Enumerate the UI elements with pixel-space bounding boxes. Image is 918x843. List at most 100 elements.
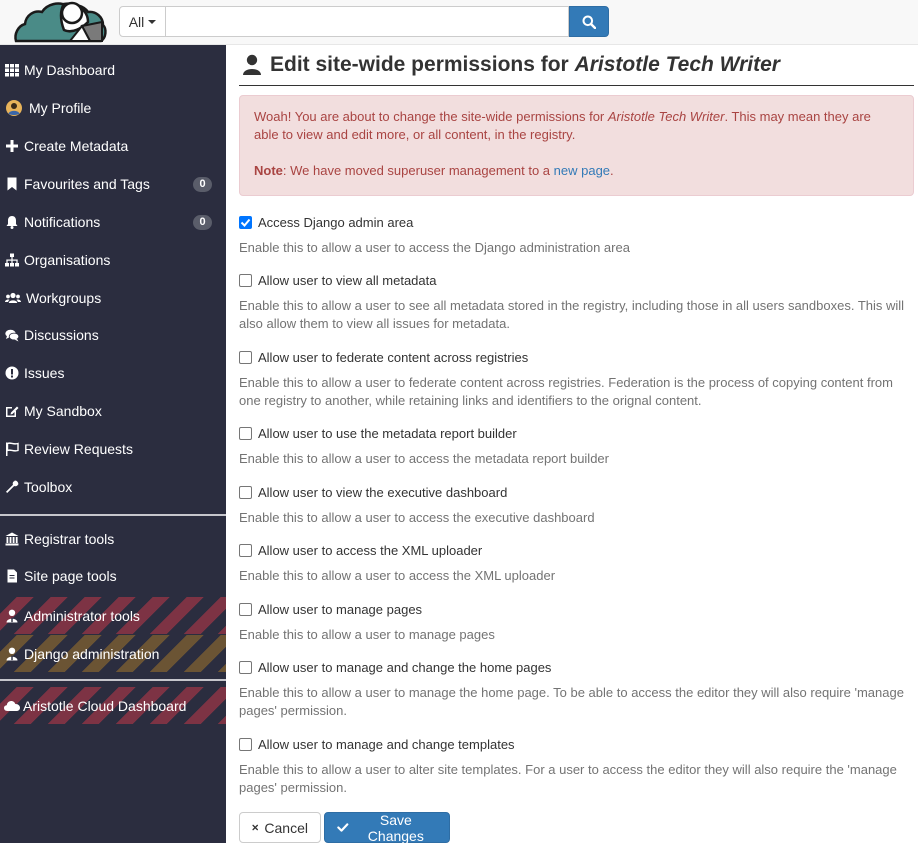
bell-icon [5, 215, 19, 229]
sidebar-item-label: Registrar tools [24, 531, 115, 547]
permission-checkbox[interactable] [239, 602, 252, 616]
sidebar-item-favourites-and-tags[interactable]: Favourites and Tags 0 [0, 166, 226, 202]
top-navbar: All [0, 0, 918, 45]
flag-icon [5, 442, 19, 456]
permission-label: Allow user to use the metadata report bu… [258, 425, 517, 441]
cancel-button[interactable]: Cancel [239, 812, 321, 843]
sidebar-item-label: Create Metadata [24, 138, 129, 154]
permission-help-text: Enable this to allow a user to federate … [239, 375, 893, 408]
search-scope-label: All [128, 13, 145, 30]
sidebar-item-my-dashboard[interactable]: My Dashboard [0, 52, 226, 88]
sidebar-item-django-administration[interactable]: Django administration [0, 635, 226, 672]
alert-note-label: Note [254, 163, 283, 178]
site-logo[interactable] [12, 0, 108, 45]
alert-note-end: . [610, 163, 614, 178]
form-actions: Cancel Save Changes [239, 812, 450, 843]
permission-manage-pages: Allow user to manage pages Enable this t… [239, 599, 914, 644]
alert-message-user: Aristotle Tech Writer [607, 109, 725, 124]
permission-federate-content: Allow user to federate content across re… [239, 347, 914, 410]
cancel-button-label: Cancel [264, 819, 308, 836]
permission-row[interactable]: Allow user to view all metadata [239, 270, 914, 290]
sidebar-item-label: Administrator tools [24, 607, 140, 624]
wrench-icon [5, 480, 19, 494]
sidebar-item-toolbox[interactable]: Toolbox [0, 469, 226, 505]
permission-checkbox[interactable] [239, 215, 252, 229]
new-page-link[interactable]: new page [554, 163, 610, 178]
sidebar-item-my-sandbox[interactable]: My Sandbox [0, 393, 226, 429]
bank-icon [5, 532, 19, 546]
permission-checkbox[interactable] [239, 426, 252, 440]
permission-xml-uploader: Allow user to access the XML uploader En… [239, 540, 914, 585]
search-bar: All [119, 6, 609, 37]
permission-checkbox[interactable] [239, 273, 252, 287]
bookmark-icon [5, 177, 19, 191]
sidebar-item-label: Issues [24, 365, 65, 381]
save-changes-button[interactable]: Save Changes [324, 812, 450, 843]
alert-message-prefix: Woah! You are about to change the site-w… [254, 109, 605, 124]
permission-help-text: Enable this to allow a user to access th… [239, 510, 595, 525]
permission-row[interactable]: Allow user to federate content across re… [239, 347, 914, 367]
permission-row[interactable]: Access Django admin area [239, 212, 914, 232]
sidebar-item-site-page-tools[interactable]: Site page tools [0, 558, 226, 594]
caret-down-icon [148, 19, 157, 24]
permission-checkbox[interactable] [239, 737, 252, 751]
permission-row[interactable]: Allow user to view the executive dashboa… [239, 482, 914, 502]
search-input[interactable] [166, 6, 569, 37]
sidebar-item-organisations[interactable]: Organisations [0, 242, 226, 278]
permission-checkbox[interactable] [239, 485, 252, 499]
sidebar-item-label: Django administration [24, 645, 160, 662]
permission-checkbox[interactable] [239, 660, 252, 674]
permission-label: Allow user to view the executive dashboa… [258, 484, 508, 500]
permission-row[interactable]: Allow user to manage and change the home… [239, 657, 914, 677]
sidebar-item-workgroups[interactable]: Workgroups [0, 280, 226, 316]
permission-row[interactable]: Allow user to use the metadata report bu… [239, 423, 914, 443]
sidebar: My Dashboard My Profile Create Metadata … [0, 45, 226, 843]
sidebar-item-label: Workgroups [26, 290, 102, 306]
permission-label: Allow user to access the XML uploader [258, 542, 483, 558]
permission-label: Allow user to manage and change the home… [258, 659, 552, 675]
permission-help-text: Enable this to allow a user to manage pa… [239, 627, 495, 642]
grid-icon [5, 63, 19, 77]
page-title-user: Aristotle Tech Writer [574, 53, 780, 76]
permission-row[interactable]: Allow user to manage and change template… [239, 734, 914, 754]
sidebar-item-registrar-tools[interactable]: Registrar tools [0, 521, 226, 557]
alert-note-text: : We have moved superuser management to … [282, 163, 551, 178]
sidebar-item-label: Organisations [24, 252, 111, 268]
checkmark-icon [240, 218, 251, 227]
check-icon [337, 823, 349, 832]
search-button[interactable] [569, 6, 609, 37]
sidebar-item-label: Favourites and Tags [24, 176, 150, 192]
cloud-icon [4, 699, 20, 713]
file-icon [5, 569, 19, 583]
permission-manage-home-pages: Allow user to manage and change the home… [239, 657, 914, 720]
search-icon [582, 15, 596, 29]
sidebar-item-label: Site page tools [24, 568, 117, 584]
sidebar-item-notifications[interactable]: Notifications 0 [0, 204, 226, 240]
sidebar-item-aristotle-cloud-dashboard[interactable]: Aristotle Cloud Dashboard [0, 687, 226, 724]
permission-label: Allow user to manage and change template… [258, 736, 515, 752]
permission-help-text: Enable this to allow a user to see all m… [239, 298, 905, 331]
sidebar-divider [0, 514, 226, 516]
edit-icon [5, 404, 19, 418]
permission-row[interactable]: Allow user to access the XML uploader [239, 540, 914, 560]
alert-message: Woah! You are about to change the site-w… [254, 108, 899, 144]
permission-label: Allow user to manage pages [258, 601, 423, 617]
permission-checkbox[interactable] [239, 350, 252, 364]
sidebar-item-discussions[interactable]: Discussions [0, 317, 226, 353]
close-icon [252, 824, 258, 831]
sidebar-item-issues[interactable]: Issues [0, 355, 226, 391]
permission-executive-dashboard: Allow user to view the executive dashboa… [239, 482, 914, 527]
sidebar-item-my-profile[interactable]: My Profile [0, 90, 226, 126]
permission-help-text: Enable this to allow a user to access th… [239, 451, 609, 466]
sidebar-item-create-metadata[interactable]: Create Metadata [0, 128, 226, 164]
permission-label: Allow user to federate content across re… [258, 349, 529, 365]
sidebar-item-label: Notifications [24, 214, 101, 230]
user-shield-icon [5, 609, 19, 623]
permission-checkbox[interactable] [239, 543, 252, 557]
sidebar-item-review-requests[interactable]: Review Requests [0, 431, 226, 467]
permission-row[interactable]: Allow user to manage pages [239, 599, 914, 619]
plus-icon [5, 139, 19, 153]
search-scope-dropdown[interactable]: All [119, 6, 166, 37]
comments-icon [5, 328, 19, 342]
sidebar-item-administrator-tools[interactable]: Administrator tools [0, 597, 226, 634]
